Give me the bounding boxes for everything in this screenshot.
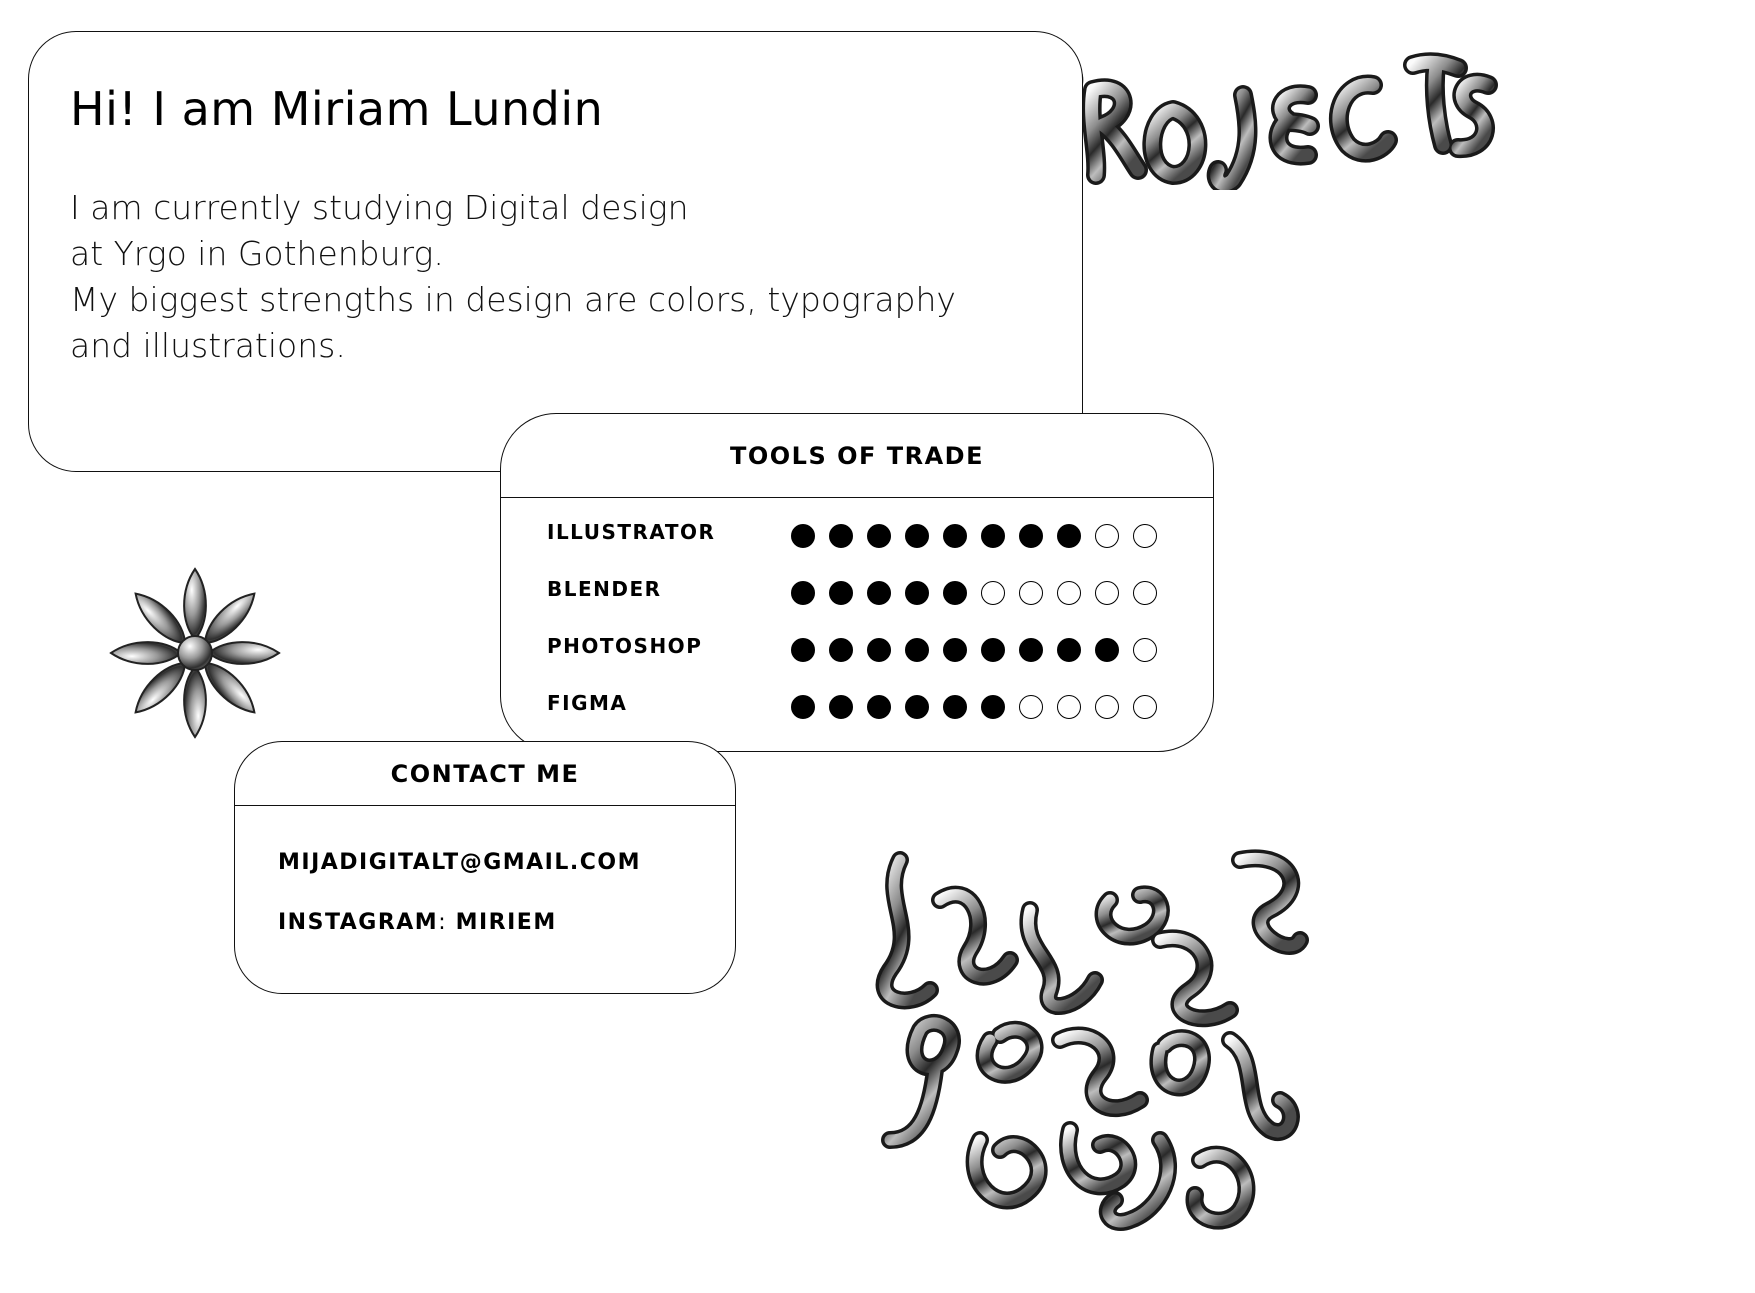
skill-rating bbox=[791, 524, 1157, 548]
filled-dot bbox=[981, 524, 1005, 548]
skill-rating bbox=[791, 695, 1157, 719]
filled-dot bbox=[1057, 524, 1081, 548]
empty-dot bbox=[1133, 524, 1157, 548]
filled-dot bbox=[791, 695, 815, 719]
filled-dot bbox=[905, 695, 929, 719]
empty-dot bbox=[981, 581, 1005, 605]
tool-row-figma: FIGMA bbox=[547, 683, 1187, 740]
contact-card: CONTACT ME MIJADIGITALT@GMAIL.COM INSTAG… bbox=[234, 741, 736, 994]
intro-line: and illustrations. bbox=[70, 326, 346, 365]
tool-name: BLENDER bbox=[547, 577, 662, 601]
filled-dot bbox=[867, 581, 891, 605]
filled-dot bbox=[943, 581, 967, 605]
filled-dot bbox=[981, 695, 1005, 719]
filled-dot bbox=[867, 638, 891, 662]
filled-dot bbox=[943, 695, 967, 719]
chrome-flower-icon bbox=[100, 558, 290, 748]
empty-dot bbox=[1095, 524, 1119, 548]
tool-row-blender: BLENDER bbox=[547, 569, 1187, 626]
tools-of-trade-card: TOOLS OF TRADE ILLUSTRATOR BLENDER PHOTO… bbox=[500, 413, 1214, 752]
intro-card: Hi! I am Miriam Lundin I am currently st… bbox=[28, 31, 1083, 472]
filled-dot bbox=[1019, 524, 1043, 548]
email-link[interactable]: MIJADIGITALT@GMAIL.COM bbox=[278, 850, 641, 875]
filled-dot bbox=[829, 638, 853, 662]
filled-dot bbox=[867, 695, 891, 719]
filled-dot bbox=[829, 581, 853, 605]
lettering-stroke bbox=[884, 1017, 958, 1146]
filled-dot bbox=[981, 638, 1005, 662]
tool-name: ILLUSTRATOR bbox=[547, 520, 716, 544]
tool-name: PHOTOSHOP bbox=[547, 634, 703, 658]
intro-line: I am currently studying Digital design bbox=[70, 188, 689, 227]
tool-row-illustrator: ILLUSTRATOR bbox=[547, 512, 1187, 569]
empty-dot bbox=[1019, 581, 1043, 605]
empty-dot bbox=[1095, 581, 1119, 605]
filled-dot bbox=[829, 695, 853, 719]
empty-dot bbox=[1057, 581, 1081, 605]
instagram-label: INSTAGRAM bbox=[278, 910, 439, 935]
instagram-handle[interactable]: MIRIEM bbox=[456, 910, 557, 935]
lettering-stroke bbox=[1022, 904, 1101, 1012]
projects-chrome-lettering[interactable] bbox=[1018, 40, 1498, 195]
chrome-instagram-lettering[interactable] bbox=[860, 840, 1320, 1250]
filled-dot bbox=[791, 638, 815, 662]
filled-dot bbox=[943, 524, 967, 548]
tools-header: TOOLS OF TRADE bbox=[501, 414, 1213, 498]
filled-dot bbox=[905, 638, 929, 662]
skill-rating bbox=[791, 638, 1157, 662]
empty-dot bbox=[1057, 695, 1081, 719]
empty-dot bbox=[1133, 695, 1157, 719]
skill-rating bbox=[791, 581, 1157, 605]
filled-dot bbox=[829, 524, 853, 548]
filled-dot bbox=[905, 581, 929, 605]
page-title: Hi! I am Miriam Lundin bbox=[70, 82, 604, 136]
lettering-stroke bbox=[1224, 1034, 1297, 1138]
filled-dot bbox=[1095, 638, 1119, 662]
tools-list: ILLUSTRATOR BLENDER PHOTOSHOP FIGMA bbox=[547, 512, 1187, 740]
empty-dot bbox=[1019, 695, 1043, 719]
filled-dot bbox=[867, 524, 891, 548]
filled-dot bbox=[791, 524, 815, 548]
empty-dot bbox=[1133, 638, 1157, 662]
tool-row-photoshop: PHOTOSHOP bbox=[547, 626, 1187, 683]
intro-line: My biggest strengths in design are color… bbox=[70, 280, 956, 319]
filled-dot bbox=[905, 524, 929, 548]
intro-text: I am currently studying Digital design a… bbox=[70, 185, 1060, 369]
filled-dot bbox=[791, 581, 815, 605]
filled-dot bbox=[1057, 638, 1081, 662]
flower-petal bbox=[109, 641, 183, 665]
filled-dot bbox=[943, 638, 967, 662]
flower-petal bbox=[207, 641, 281, 665]
instagram-contact[interactable]: INSTAGRAM: MIRIEM bbox=[278, 910, 557, 935]
contact-header: CONTACT ME bbox=[235, 742, 735, 806]
empty-dot bbox=[1133, 581, 1157, 605]
empty-dot bbox=[1095, 695, 1119, 719]
flower-petal bbox=[183, 567, 207, 641]
intro-line: at Yrgo in Gothenburg. bbox=[70, 234, 444, 273]
filled-dot bbox=[1019, 638, 1043, 662]
flower-petal bbox=[183, 665, 207, 739]
tool-name: FIGMA bbox=[547, 691, 628, 715]
